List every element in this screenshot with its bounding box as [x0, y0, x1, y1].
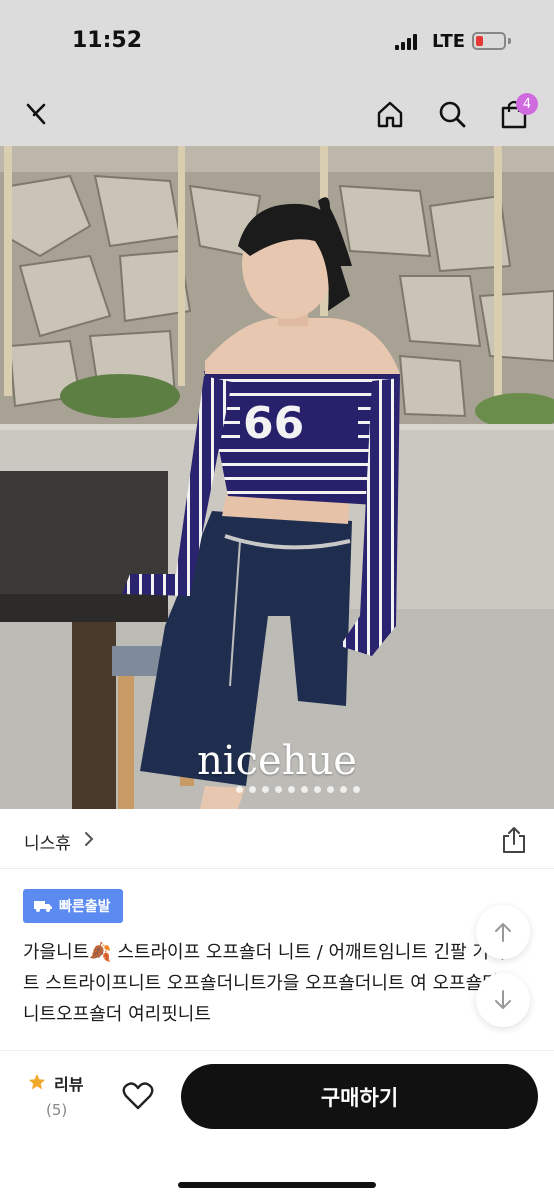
share-icon[interactable] [500, 825, 528, 855]
arrow-up-icon [495, 923, 511, 942]
fast-delivery-label: 빠른출발 [59, 899, 111, 915]
scroll-to-bottom-button[interactable] [476, 973, 530, 1027]
battery-icon [472, 32, 506, 50]
bottom-action-bar: 리뷰 (5) 구매하기 [0, 1050, 554, 1200]
star-icon [28, 1073, 46, 1090]
status-time: 11:52 [72, 28, 143, 53]
svg-text:66: 66 [243, 398, 304, 449]
truck-icon [34, 901, 52, 912]
buy-button[interactable]: 구매하기 [181, 1064, 538, 1129]
product-image[interactable]: 66 nicehue [0, 146, 554, 809]
status-bar: 11:52 LTE [0, 0, 554, 84]
close-icon[interactable] [18, 96, 54, 132]
search-icon[interactable] [434, 96, 470, 132]
top-nav: 4 [0, 84, 554, 146]
brand-watermark: nicehue [197, 738, 357, 784]
seller-name[interactable]: 니스휴 [24, 829, 71, 854]
signal-icon [395, 34, 421, 50]
seller-row[interactable]: 니스휴 [0, 809, 554, 869]
review-count: (5) [46, 1101, 68, 1119]
battery-cap [508, 38, 511, 44]
carrier-label: LTE [432, 31, 466, 52]
home-icon[interactable] [372, 96, 408, 132]
product-title: 가을니트🍂 스트라이프 오프숄더 니트 / 어깨트임니트 긴팔 기니트 스트라이… [23, 942, 506, 1025]
fast-delivery-badge: 빠른출발 [23, 889, 123, 923]
scroll-to-top-button[interactable] [476, 905, 530, 959]
image-pagination-dots [236, 786, 360, 793]
heart-icon[interactable] [122, 1081, 154, 1111]
review-label: 리뷰 [54, 1075, 84, 1094]
product-photo: 66 [0, 146, 554, 809]
chevron-right-icon [85, 832, 94, 846]
arrow-down-icon [495, 990, 511, 1009]
cart-count-badge: 4 [516, 93, 538, 115]
home-indicator [178, 1182, 376, 1188]
